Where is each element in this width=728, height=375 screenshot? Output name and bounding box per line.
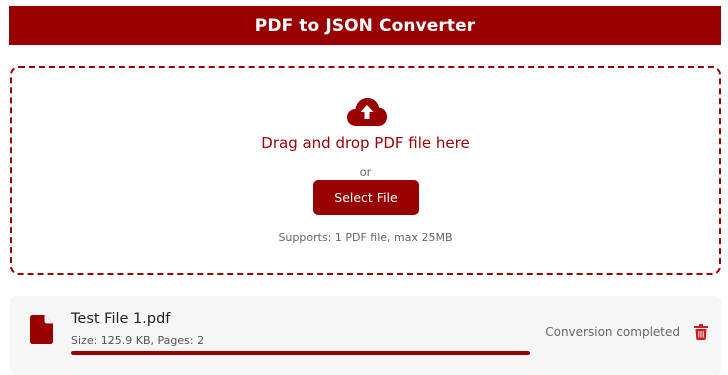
page: PDF to JSON Converter Drag and drop PDF … xyxy=(0,0,728,375)
progress-bar xyxy=(71,351,530,355)
dropzone-title: Drag and drop PDF file here xyxy=(261,134,470,152)
file-name: Test File 1.pdf xyxy=(71,311,171,327)
cloud-upload-icon xyxy=(347,98,387,126)
page-title: PDF to JSON Converter xyxy=(254,15,476,36)
dropzone-or-text: or xyxy=(359,165,372,179)
file-pdf-icon xyxy=(30,315,53,344)
progress-bar-fill xyxy=(71,351,530,355)
select-file-button[interactable]: Select File xyxy=(313,180,419,215)
delete-file-button[interactable] xyxy=(694,324,708,340)
file-meta: Size: 125.9 KB, Pages: 2 xyxy=(71,334,205,347)
trash-icon xyxy=(694,324,708,340)
conversion-status: Conversion completed xyxy=(545,325,680,339)
supports-text: Supports: 1 PDF file, max 25MB xyxy=(278,231,453,244)
file-item: Test File 1.pdf Size: 125.9 KB, Pages: 2… xyxy=(10,296,721,375)
header-bar: PDF to JSON Converter xyxy=(9,6,721,45)
dropzone[interactable]: Drag and drop PDF file here or Select Fi… xyxy=(10,66,721,275)
